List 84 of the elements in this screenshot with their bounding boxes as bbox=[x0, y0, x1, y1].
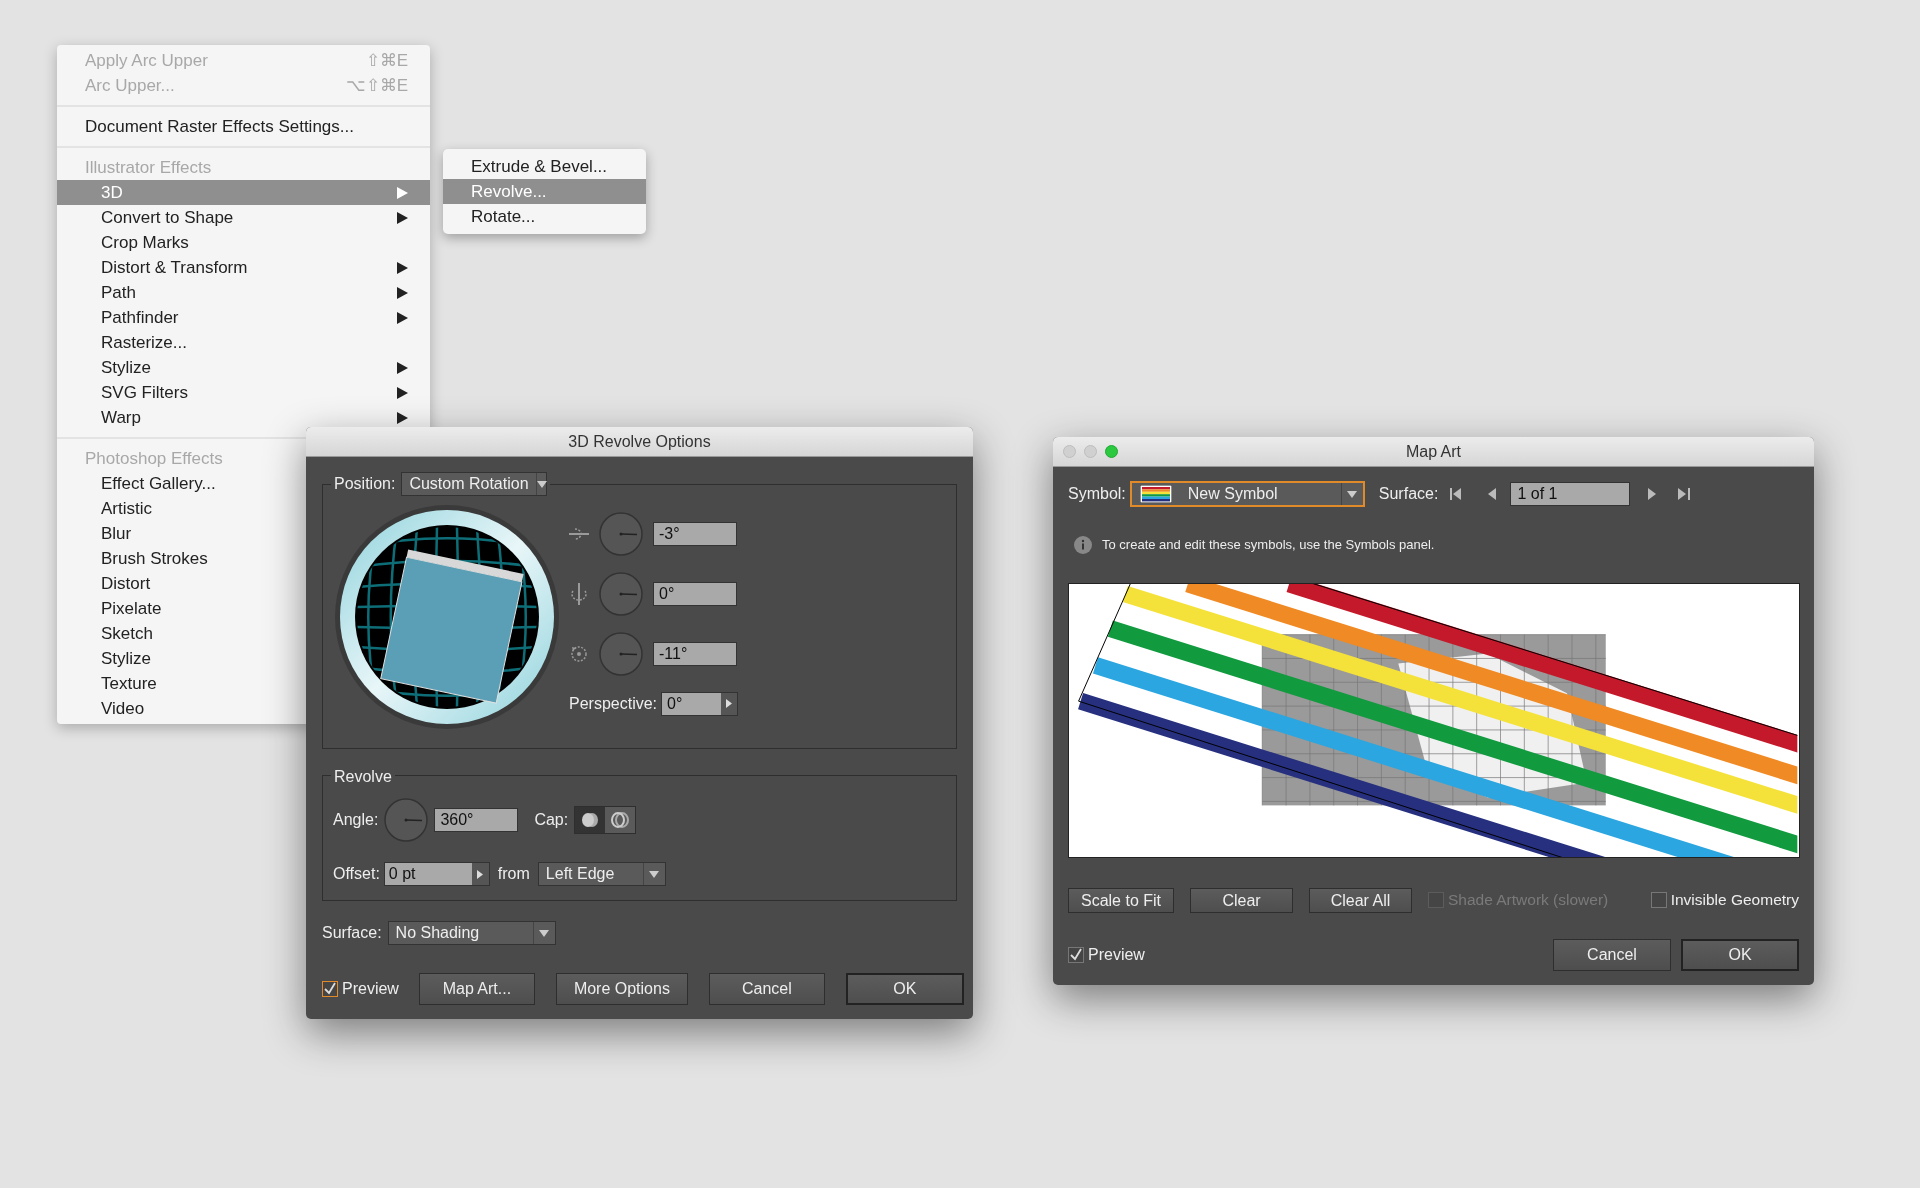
skip-forward-icon[interactable] bbox=[1678, 488, 1691, 500]
checkbox-label: Preview bbox=[1088, 944, 1145, 965]
menu-item[interactable]: Stylize bbox=[57, 355, 430, 380]
field-label: Surface: bbox=[1378, 484, 1439, 504]
stepper-arrow-icon bbox=[726, 699, 733, 708]
field-label: Cap: bbox=[534, 810, 569, 830]
symbol-dropdown[interactable]: New Symbol bbox=[1129, 481, 1365, 507]
symbol-artwork-drawing[interactable] bbox=[1068, 582, 1800, 858]
menu-item[interactable]: Convert to Shape bbox=[57, 205, 430, 230]
info-text: To create and edit these symbols, use the Symbols panel. bbox=[1102, 536, 1435, 554]
dialog-button[interactable]: Cancel bbox=[1553, 938, 1671, 971]
trackball-drawing[interactable] bbox=[333, 502, 561, 731]
previous-icon[interactable] bbox=[1488, 488, 1497, 500]
menu-item[interactable]: SVG Filters bbox=[57, 380, 430, 405]
dialog-button[interactable]: Cancel bbox=[708, 973, 825, 1005]
menu-item[interactable]: Pathfinder bbox=[57, 305, 430, 330]
dialog-button[interactable]: OK bbox=[845, 973, 964, 1005]
shortcut-label: ⇧⌘E bbox=[365, 49, 408, 72]
shortcut-label: ⌥⇧⌘E bbox=[345, 74, 408, 97]
dropdown[interactable]: No Shading bbox=[387, 921, 556, 945]
rotation-icon bbox=[569, 643, 589, 664]
menu-section-header: Photoshop Effects bbox=[84, 448, 224, 470]
field-label: Surface: bbox=[322, 923, 382, 943]
submenu-arrow-icon bbox=[397, 411, 408, 424]
dropdown-caret-icon bbox=[649, 870, 660, 878]
checkbox-label: Invisible Geometry bbox=[1670, 890, 1799, 911]
menu-section-header: Illustrator Effects bbox=[84, 157, 213, 179]
hollow-cap-icon bbox=[611, 812, 630, 828]
dropdown[interactable]: Left Edge bbox=[537, 862, 666, 886]
menu-item[interactable]: Rasterize... bbox=[57, 330, 430, 355]
next-icon[interactable] bbox=[1648, 488, 1657, 500]
dropdown[interactable]: Custom Rotation bbox=[401, 472, 548, 496]
skip-back-icon[interactable] bbox=[1450, 488, 1463, 500]
checkmark-icon bbox=[1069, 947, 1083, 962]
menu-item[interactable]: Distort & Transform bbox=[57, 255, 430, 280]
offset-field[interactable]: 0 pt bbox=[383, 862, 490, 886]
dropdown-caret-icon bbox=[536, 480, 547, 488]
perspective-field[interactable]: 0° bbox=[661, 691, 739, 716]
dialog-button[interactable]: Scale to Fit bbox=[1068, 887, 1174, 913]
field-label: Perspective: bbox=[569, 693, 658, 714]
field-label: from bbox=[497, 864, 530, 884]
dialog-button[interactable]: Clear bbox=[1190, 887, 1293, 913]
window-title: Map Art bbox=[1405, 441, 1462, 462]
dialog-button[interactable]: Map Art... bbox=[418, 973, 535, 1005]
cap-toggle[interactable] bbox=[605, 807, 636, 833]
dialog-button[interactable]: More Options bbox=[555, 973, 688, 1005]
angle-field[interactable]: -11° bbox=[653, 641, 737, 666]
checkmark-icon bbox=[323, 982, 337, 996]
submenu-arrow-icon bbox=[397, 286, 408, 299]
checkbox[interactable] bbox=[1650, 892, 1667, 908]
checkbox[interactable] bbox=[322, 981, 338, 997]
stepper-arrow-icon bbox=[477, 869, 484, 879]
field-label: Angle: bbox=[333, 810, 379, 830]
angle-field[interactable]: -3° bbox=[653, 521, 737, 546]
submenu-arrow-icon bbox=[397, 311, 408, 324]
submenu-arrow-icon bbox=[397, 261, 408, 274]
angle-field[interactable]: 360° bbox=[434, 808, 519, 832]
menu-item[interactable]: Extrude & Bevel... bbox=[443, 154, 646, 179]
dialog-button[interactable]: OK bbox=[1681, 938, 1799, 971]
menu-item[interactable]: Path bbox=[57, 280, 430, 305]
window-title: 3D Revolve Options bbox=[306, 427, 973, 457]
menu-item[interactable]: Crop Marks bbox=[57, 230, 430, 255]
checkbox-label: Preview bbox=[342, 979, 399, 999]
field-label: Position: bbox=[334, 474, 396, 494]
solid-cap-icon bbox=[581, 812, 600, 828]
field-label: Symbol: bbox=[1068, 484, 1126, 504]
menu-item[interactable]: Warp bbox=[57, 405, 430, 430]
menu-item[interactable]: Document Raster Effects Settings... bbox=[57, 114, 430, 139]
dialog-button[interactable]: Clear All bbox=[1309, 887, 1412, 913]
cap-toggle[interactable] bbox=[575, 807, 606, 833]
dropdown-caret-icon bbox=[1347, 490, 1358, 498]
field-label: Offset: bbox=[333, 864, 380, 884]
submenu-arrow-icon bbox=[397, 361, 408, 374]
info-icon bbox=[1074, 535, 1092, 554]
submenu-arrow-icon bbox=[397, 211, 408, 224]
submenu-arrow-icon bbox=[397, 186, 408, 199]
dropdown-caret-icon bbox=[539, 929, 550, 937]
surface-field[interactable]: 1 of 1 bbox=[1510, 482, 1631, 506]
submenu-arrow-icon bbox=[397, 386, 408, 399]
angle-field[interactable]: 0° bbox=[653, 581, 737, 606]
menu-item[interactable]: Rotate... bbox=[443, 204, 646, 229]
rainbow-swatch-icon bbox=[1139, 485, 1172, 503]
vertical-axis-icon bbox=[569, 582, 589, 605]
checkbox[interactable] bbox=[1068, 946, 1084, 963]
